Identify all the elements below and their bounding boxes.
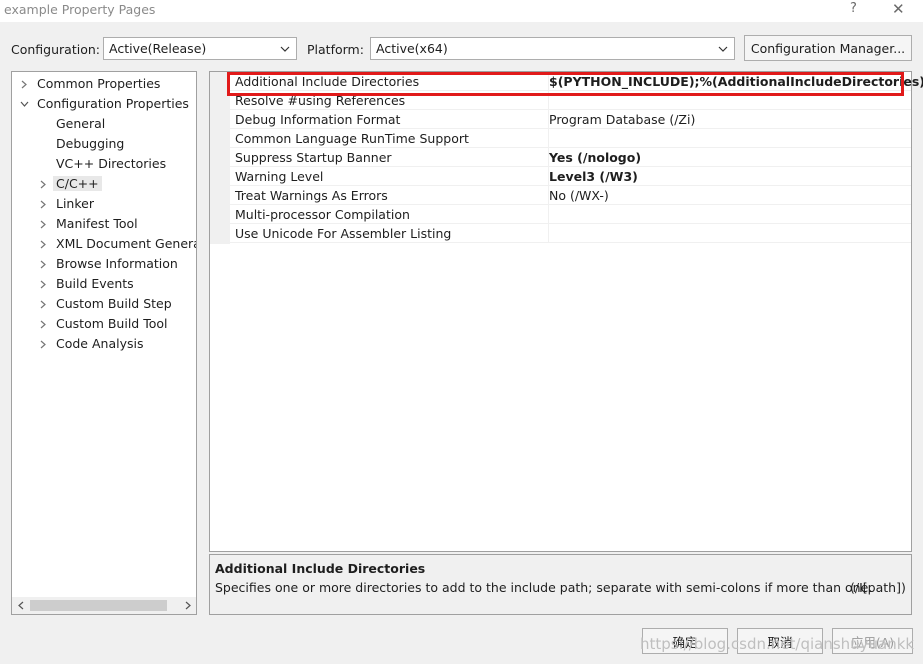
description-title: Additional Include Directories — [215, 561, 426, 576]
tree-item[interactable]: General — [12, 114, 196, 133]
tree-horizontal-scrollbar[interactable] — [12, 597, 196, 614]
tree-item-label: Build Events — [56, 276, 134, 291]
chevron-right-icon[interactable] — [37, 278, 49, 290]
column-divider — [548, 205, 549, 224]
tree-item[interactable]: Build Events — [12, 274, 196, 293]
platform-label: Platform: — [307, 42, 364, 57]
tree-item[interactable]: Browse Information — [12, 254, 196, 273]
ok-button[interactable]: 确定 — [642, 628, 728, 654]
chevron-down-icon — [715, 39, 731, 58]
property-value[interactable]: No (/WX-) — [549, 188, 609, 203]
chevron-right-icon[interactable] — [37, 258, 49, 270]
chevron-right-icon[interactable] — [37, 178, 49, 190]
tree-item[interactable]: Linker — [12, 194, 196, 213]
tree-item-label: C/C++ — [53, 176, 102, 191]
configuration-manager-button[interactable]: Configuration Manager... — [744, 35, 912, 61]
property-tree[interactable]: Common Properties Configuration Propertie… — [11, 71, 197, 615]
tree-item[interactable]: Code Analysis — [12, 334, 196, 353]
tree-item-label: Configuration Properties — [37, 96, 189, 111]
close-icon[interactable]: ✕ — [892, 0, 905, 18]
tree-item[interactable]: Custom Build Step — [12, 294, 196, 313]
chevron-right-icon[interactable] — [37, 318, 49, 330]
chevron-right-icon[interactable] — [37, 218, 49, 230]
configuration-label: Configuration: — [11, 42, 100, 57]
help-icon[interactable]: ? — [850, 1, 857, 16]
window-title: example Property Pages — [4, 2, 156, 17]
property-grid[interactable]: Additional Include Directories $(PYTHON_I… — [209, 71, 923, 552]
configuration-select[interactable]: Active(Release) — [103, 37, 297, 60]
cancel-button[interactable]: 取消 — [737, 628, 823, 654]
highlight-annotation — [227, 72, 904, 96]
chevron-right-icon[interactable] — [37, 238, 49, 250]
tree-item[interactable]: Custom Build Tool — [12, 314, 196, 333]
chevron-down-icon — [277, 39, 293, 58]
property-name: Use Unicode For Assembler Listing — [235, 226, 452, 241]
property-name: Debug Information Format — [235, 112, 401, 127]
property-row[interactable]: Suppress Startup Banner Yes (/nologo) — [230, 148, 911, 167]
property-row[interactable]: Common Language RunTime Support — [230, 129, 911, 148]
chevron-right-icon[interactable] — [37, 338, 49, 350]
property-name: Warning Level — [235, 169, 324, 184]
tree-item-label: Common Properties — [37, 76, 161, 91]
tree-item-label: General — [56, 116, 106, 131]
tree-item-label: Debugging — [56, 136, 125, 151]
property-value[interactable]: Level3 (/W3) — [549, 169, 638, 184]
apply-button[interactable]: 应用(A) — [832, 628, 913, 654]
title-bar: example Property Pages ? ✕ — [0, 0, 923, 22]
tree-item-label: Manifest Tool — [56, 216, 138, 231]
tree-item[interactable]: Configuration Properties — [12, 94, 196, 113]
property-value[interactable]: Program Database (/Zi) — [549, 112, 695, 127]
description-text: Specifies one or more directories to add… — [215, 580, 873, 595]
tree-item-label: VC++ Directories — [56, 156, 167, 171]
tree-item-label: Browse Information — [56, 256, 178, 271]
tree-item-label: Custom Build Tool — [56, 316, 168, 331]
property-row[interactable]: Warning Level Level3 (/W3) — [230, 167, 911, 186]
tree-item[interactable]: VC++ Directories — [12, 154, 196, 173]
chevron-down-icon[interactable] — [18, 98, 30, 110]
description-switch: (/I[path]) — [850, 580, 906, 595]
tree-item[interactable]: Manifest Tool — [12, 214, 196, 233]
description-panel: Additional Include Directories Specifies… — [209, 554, 912, 615]
column-divider — [548, 224, 549, 243]
chevron-right-icon[interactable] — [37, 298, 49, 310]
property-name: Common Language RunTime Support — [235, 131, 469, 146]
property-row[interactable]: Treat Warnings As Errors No (/WX-) — [230, 186, 911, 205]
property-name: Treat Warnings As Errors — [235, 188, 388, 203]
platform-value: Active(x64) — [376, 41, 448, 56]
tree-item[interactable]: C/C++ — [12, 174, 196, 193]
property-row[interactable]: Multi-processor Compilation — [230, 205, 911, 224]
property-name: Multi-processor Compilation — [235, 207, 410, 222]
chevron-right-icon[interactable] — [37, 198, 49, 210]
scroll-left-icon[interactable] — [12, 597, 29, 614]
tree-item-label: Code Analysis — [56, 336, 144, 351]
property-value[interactable]: Yes (/nologo) — [549, 150, 641, 165]
tree-item[interactable]: Common Properties — [12, 74, 196, 93]
platform-select[interactable]: Active(x64) — [370, 37, 735, 60]
property-name: Suppress Startup Banner — [235, 150, 392, 165]
tree-item[interactable]: Debugging — [12, 134, 196, 153]
grid-gutter — [210, 72, 230, 244]
configuration-value: Active(Release) — [109, 41, 207, 56]
property-row[interactable]: Use Unicode For Assembler Listing — [230, 224, 911, 243]
property-row[interactable]: Debug Information Format Program Database… — [230, 110, 911, 129]
tree-item[interactable]: XML Document Generat — [12, 234, 196, 253]
column-divider — [548, 129, 549, 148]
tree-item-label: XML Document Generat — [56, 236, 197, 251]
chevron-right-icon[interactable] — [18, 78, 30, 90]
scroll-right-icon[interactable] — [179, 597, 196, 614]
scrollbar-thumb[interactable] — [30, 600, 167, 611]
tree-item-label: Custom Build Step — [56, 296, 172, 311]
tree-item-label: Linker — [56, 196, 94, 211]
